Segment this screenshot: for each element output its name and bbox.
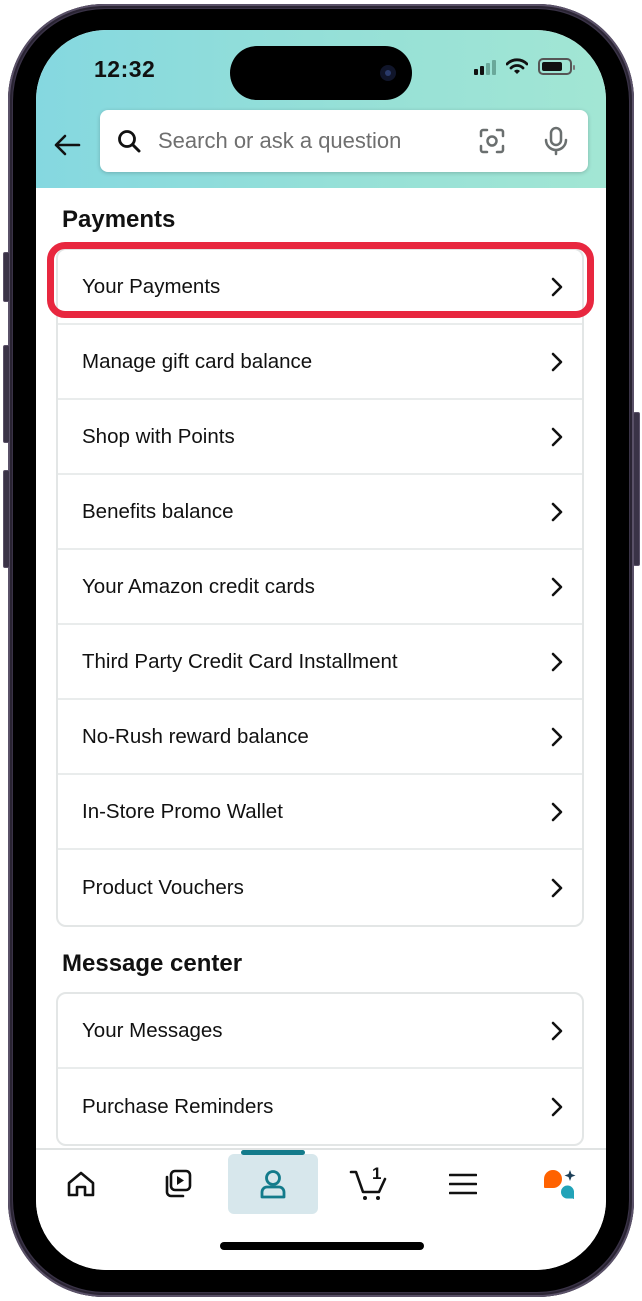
list-item-amazon-credit-cards[interactable]: Your Amazon credit cards [58,550,582,625]
list-item-product-vouchers[interactable]: Product Vouchers [58,850,582,925]
screen: 12:32 Search or ask a question Payments … [36,30,606,1270]
nav-menu[interactable] [418,1154,508,1214]
chevron-right-icon [551,727,563,746]
nav-video[interactable] [132,1154,222,1214]
message-center-list: Your Messages Purchase Reminders [56,992,584,1146]
row-label: Your Messages [82,1018,223,1042]
status-time: 12:32 [94,56,156,82]
row-label: Manage gift card balance [82,349,313,373]
microphone-icon[interactable] [542,126,570,156]
row-label: Product Vouchers [82,875,244,899]
account-content: Payments Your Payments Manage gift card … [36,188,606,1148]
power-button [633,412,640,566]
row-label: Benefits balance [82,499,234,523]
cart-icon [349,1170,387,1200]
nav-home[interactable] [36,1154,126,1214]
chevron-right-icon [551,878,563,897]
payments-list: Your Payments Manage gift card balance S… [56,248,584,927]
chevron-right-icon [551,1097,563,1116]
row-label: No-Rush reward balance [82,724,309,748]
hamburger-icon [449,1173,477,1195]
front-camera-icon [380,65,396,81]
list-item-manage-gift-card-balance[interactable]: Manage gift card balance [58,325,582,400]
home-icon [67,1171,95,1197]
chevron-right-icon [551,502,563,521]
list-item-no-rush-reward-balance[interactable]: No-Rush reward balance [58,700,582,775]
chevron-right-icon [551,427,563,446]
section-title-payments: Payments [62,206,176,233]
nav-account[interactable] [228,1150,318,1214]
row-label: Purchase Reminders [82,1094,274,1118]
camera-scan-icon[interactable] [478,127,506,155]
person-icon [260,1170,286,1199]
list-item-shop-with-points[interactable]: Shop with Points [58,400,582,475]
volume-down-button [3,470,10,568]
chevron-right-icon [551,1021,563,1040]
list-item-third-party-installment[interactable]: Third Party Credit Card Installment [58,625,582,700]
battery-icon [538,58,575,75]
chevron-right-icon [551,577,563,596]
bottom-nav: 1 [36,1148,606,1270]
row-label: Your Payments [82,274,221,298]
back-arrow-icon[interactable] [52,130,82,160]
chevron-right-icon [551,277,563,296]
row-label: In-Store Promo Wallet [82,799,283,823]
list-item-your-messages[interactable]: Your Messages [58,994,582,1069]
row-label: Your Amazon credit cards [82,574,315,598]
chevron-right-icon [551,352,563,371]
section-title-message-center: Message center [62,950,243,977]
action-button [3,252,10,302]
list-item-in-store-promo-wallet[interactable]: In-Store Promo Wallet [58,775,582,850]
home-indicator[interactable] [220,1242,424,1250]
search-bar[interactable] [100,110,588,172]
search-input[interactable] [156,127,470,155]
header-area: 12:32 [36,30,606,188]
video-play-icon [165,1169,192,1198]
cart-count-badge: 1 [372,1164,382,1183]
row-label: Third Party Credit Card Installment [82,649,398,673]
list-item-your-payments[interactable]: Your Payments [58,250,582,325]
dynamic-island [230,46,412,100]
wifi-icon [506,58,528,74]
status-icons [474,58,575,75]
list-item-purchase-reminders[interactable]: Purchase Reminders [58,1069,582,1144]
nav-cart[interactable]: 1 [324,1154,414,1214]
volume-up-button [3,345,10,443]
chevron-right-icon [551,652,563,671]
cellular-signal-icon [474,59,496,75]
row-label: Shop with Points [82,424,235,448]
ai-assistant-icon [544,1170,576,1200]
list-item-benefits-balance[interactable]: Benefits balance [58,475,582,550]
chevron-right-icon [551,802,563,821]
nav-rufus[interactable] [514,1154,604,1214]
search-icon [118,130,141,153]
